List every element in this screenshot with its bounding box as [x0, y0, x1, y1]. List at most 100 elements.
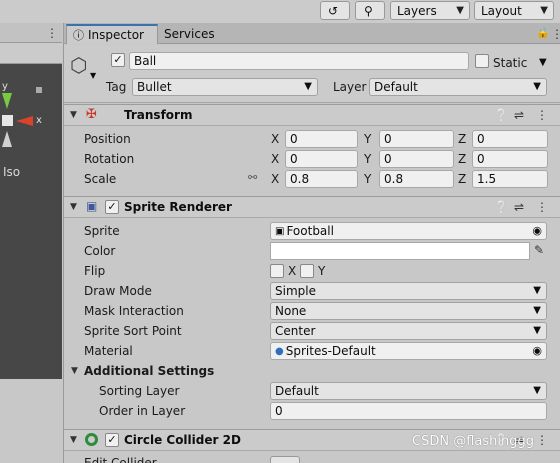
material-value: Sprites-Default [285, 344, 376, 358]
tab-inspector[interactable]: ⓘ Inspector [66, 24, 158, 44]
order-in-layer-label: Order in Layer [99, 404, 186, 418]
more-options-icon[interactable]: ⋮ [536, 433, 548, 447]
link-icon[interactable]: ⚯ [248, 171, 257, 184]
draw-mode-dropdown[interactable]: Simple ▼ [270, 282, 547, 300]
rotation-label: Rotation [84, 152, 135, 166]
layers-dropdown[interactable]: Layers ▼ [390, 1, 470, 20]
static-checkbox[interactable] [475, 54, 489, 68]
inspector-tab-bar: ⓘ Inspector Services 🔒 ⋮ [64, 23, 560, 44]
order-in-layer-field[interactable]: 0 [270, 402, 547, 420]
layer-label: Layer [333, 80, 367, 94]
rotation-z-field[interactable]: 0 [472, 150, 548, 168]
mask-interaction-value: None [275, 304, 307, 318]
fold-arrow-icon[interactable]: ▼ [70, 110, 77, 120]
flip-y-checkbox[interactable] [300, 264, 314, 278]
draw-mode-label: Draw Mode [84, 284, 152, 298]
position-z-field[interactable]: 0 [472, 130, 548, 148]
lock-icon[interactable]: 🔒 [536, 26, 550, 39]
object-picker-icon[interactable]: ◉ [532, 344, 542, 357]
scale-x-label[interactable]: X [271, 171, 279, 187]
more-options-icon[interactable]: ⋮ [551, 28, 560, 40]
scene-view[interactable]: ⋮ y x Iso [0, 23, 62, 463]
color-swatch[interactable] [270, 242, 530, 260]
more-options-icon[interactable]: ⋮ [536, 108, 548, 122]
position-y-label[interactable]: Y [364, 131, 371, 147]
draw-mode-value: Simple [275, 284, 316, 298]
scale-z-field[interactable]: 1.5 [472, 170, 548, 188]
object-picker-icon[interactable]: ◉ [532, 224, 542, 237]
gizmo-small-cube-icon [36, 87, 42, 93]
active-checkbox[interactable]: ✓ [111, 53, 125, 67]
chevron-down-icon: ▼ [533, 81, 541, 92]
rotation-z-label[interactable]: Z [458, 151, 466, 167]
transform-header[interactable]: ▼ ✠ Transform ❔ ⇌ ⋮ [64, 104, 560, 126]
help-icon[interactable]: ❔ [494, 200, 509, 214]
chevron-down-icon: ▼ [533, 305, 541, 316]
position-y-field[interactable]: 0 [379, 130, 454, 148]
presets-icon[interactable]: ⇌ [514, 200, 524, 214]
gizmo-y-cone-icon [2, 93, 12, 109]
scale-y-label[interactable]: Y [364, 171, 371, 187]
transform-axes-icon: ✠ [86, 107, 97, 122]
tab-services[interactable]: Services [164, 24, 234, 44]
sprite-sort-point-dropdown[interactable]: Center ▼ [270, 322, 547, 340]
help-icon[interactable]: ❔ [494, 108, 509, 122]
eyedropper-icon[interactable]: ✎ [534, 243, 544, 257]
projection-iso-label[interactable]: Iso [3, 165, 20, 179]
additional-settings-label[interactable]: Additional Settings [84, 363, 214, 379]
tag-dropdown[interactable]: Bullet ▼ [132, 78, 318, 96]
rotation-x-field[interactable]: 0 [285, 150, 358, 168]
circle-collider-enabled-checkbox[interactable]: ✓ [105, 433, 119, 447]
fold-arrow-icon[interactable]: ▼ [70, 435, 77, 445]
sorting-layer-label: Sorting Layer [99, 384, 180, 398]
fold-arrow-icon[interactable]: ▼ [70, 202, 77, 212]
scene-gizmo[interactable]: y x [0, 79, 50, 159]
search-button[interactable]: ⚲ [355, 1, 385, 20]
material-label: Material [84, 344, 133, 358]
gameobject-cube-icon[interactable]: ⬡ [70, 53, 87, 77]
sprite-sort-point-value: Center [275, 324, 316, 338]
sorting-layer-dropdown[interactable]: Default ▼ [270, 382, 547, 400]
mask-interaction-dropdown[interactable]: None ▼ [270, 302, 547, 320]
rotation-y-field[interactable]: 0 [379, 150, 454, 168]
flip-x-checkbox[interactable] [270, 264, 284, 278]
gizmo-y-label: y [2, 81, 8, 92]
fold-arrow-icon[interactable]: ▼ [71, 366, 78, 376]
sprite-renderer-enabled-checkbox[interactable]: ✓ [105, 200, 119, 214]
rotation-x-label[interactable]: X [271, 151, 279, 167]
chevron-down-icon: ▼ [533, 325, 541, 336]
sprite-renderer-header[interactable]: ▼ ▣ ✓ Sprite Renderer ❔ ⇌ ⋮ [64, 196, 560, 218]
chevron-down-icon: ▼ [533, 285, 541, 296]
tab-inspector-label: Inspector [88, 28, 144, 42]
flip-x-label: X [288, 264, 297, 278]
rotation-y-label[interactable]: Y [364, 151, 371, 167]
chevron-down-icon[interactable]: ▼ [539, 57, 547, 68]
history-button[interactable]: ↺ [320, 1, 350, 20]
transform-title: Transform [124, 108, 193, 122]
sprite-value: Football [286, 224, 334, 238]
more-options-icon[interactable]: ⋮ [536, 200, 548, 214]
layout-dropdown[interactable]: Layout ▼ [474, 1, 554, 20]
rotation-x-value: 0 [290, 152, 298, 166]
layer-dropdown[interactable]: Default ▼ [369, 78, 547, 96]
rotation-z-value: 0 [477, 152, 485, 166]
scale-x-field[interactable]: 0.8 [285, 170, 358, 188]
object-name-field[interactable]: Ball [129, 52, 469, 70]
chevron-down-icon: ▼ [304, 81, 312, 92]
gizmo-x-label: x [36, 115, 42, 126]
sprite-object-field[interactable]: ▣ Football ◉ [270, 222, 547, 240]
tag-label: Tag [106, 80, 127, 94]
presets-icon[interactable]: ⇌ [514, 108, 524, 122]
chevron-down-icon[interactable]: ▼ [90, 71, 96, 80]
layout-label: Layout [481, 3, 522, 18]
material-object-field[interactable]: ● Sprites-Default ◉ [270, 342, 547, 360]
scale-y-field[interactable]: 0.8 [379, 170, 454, 188]
position-z-label[interactable]: Z [458, 131, 466, 147]
position-x-field[interactable]: 0 [285, 130, 358, 148]
scale-z-label[interactable]: Z [458, 171, 466, 187]
edit-collider-button[interactable] [270, 456, 300, 463]
position-x-label[interactable]: X [271, 131, 279, 147]
more-options-icon[interactable]: ⋮ [46, 27, 58, 39]
scene-toolbar [0, 43, 62, 64]
sprite-sort-point-label: Sprite Sort Point [84, 324, 182, 338]
